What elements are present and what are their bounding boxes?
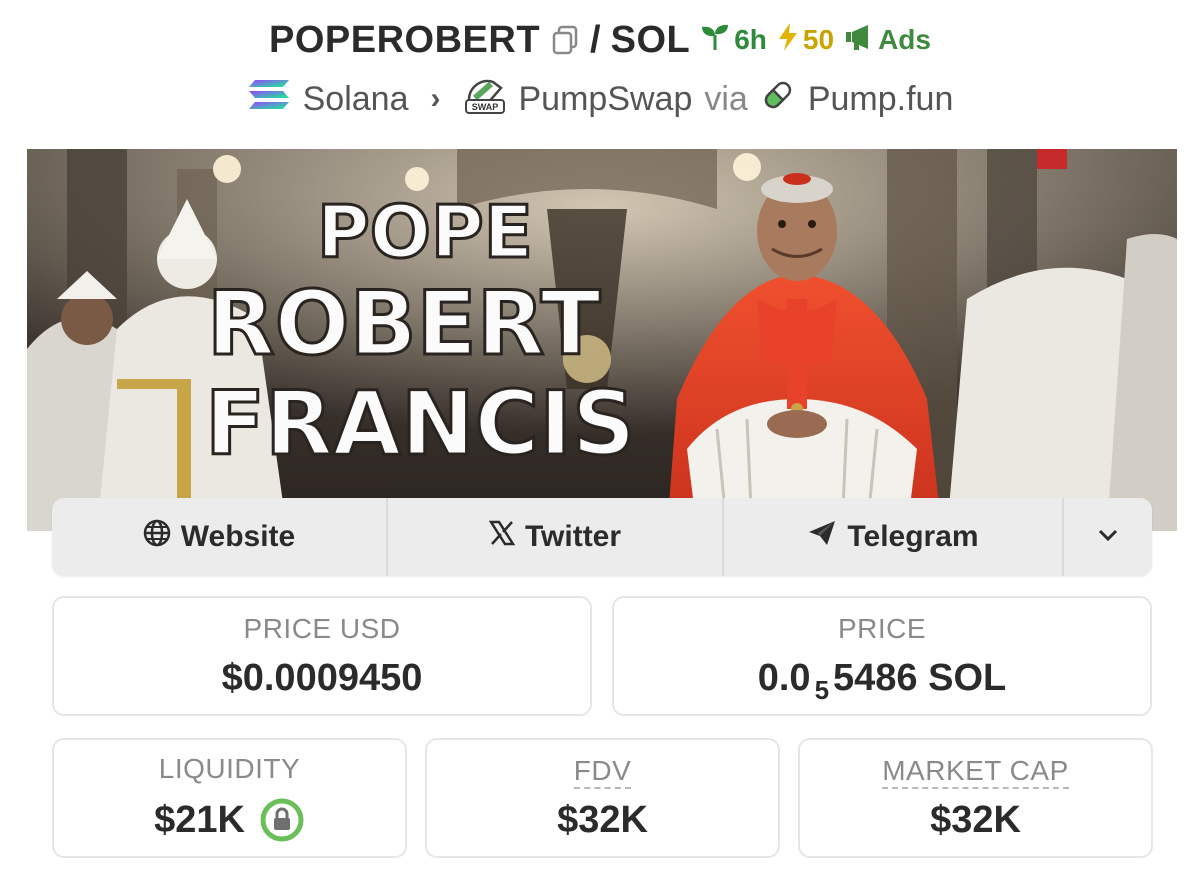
banner-title-line3: FRANCIS <box>205 372 635 475</box>
lock-icon[interactable] <box>259 797 305 843</box>
liquidity-value-row: $21K <box>154 797 305 843</box>
liquidity-card: LIQUIDITY $21K <box>52 738 407 858</box>
banner-title-line2: ROBERT <box>207 272 601 375</box>
website-button[interactable]: Website <box>52 498 388 576</box>
ads-badge[interactable]: Ads <box>844 23 931 58</box>
chain-breadcrumb: Solana › SWAP PumpSwap via Pump.fun <box>0 74 1200 124</box>
price-native-card: PRICE 0.0 5 5486 SOL <box>612 596 1152 716</box>
quote-token-symbol: SOL <box>610 18 691 61</box>
market-cap-value: $32K <box>930 798 1021 841</box>
chain-name-link[interactable]: Solana <box>303 80 409 119</box>
age-text: 6h <box>734 24 767 55</box>
dex-name-link[interactable]: PumpSwap <box>519 80 693 119</box>
copy-icon[interactable] <box>550 25 580 55</box>
price-usd-card: PRICE USD $0.0009450 <box>52 596 592 716</box>
pumpswap-icon: SWAP <box>463 74 507 125</box>
market-cap-card: MARKET CAP $32K <box>798 738 1153 858</box>
boost-badge[interactable]: 50 <box>777 22 834 59</box>
chevron-down-icon <box>1097 528 1119 547</box>
base-token-symbol: POPEROBERT <box>269 18 541 61</box>
price-prefix: 0.0 <box>757 656 811 699</box>
telegram-button[interactable]: Telegram <box>724 498 1064 576</box>
via-label: via <box>704 79 748 118</box>
banner-title-line1: POPE <box>317 190 533 274</box>
x-icon <box>488 520 516 554</box>
website-label: Website <box>180 520 296 553</box>
bolt-icon <box>777 22 799 59</box>
fdv-card: FDV $32K <box>425 738 780 858</box>
globe-icon <box>143 519 171 555</box>
price-native-label: PRICE <box>837 612 927 644</box>
pumpswap-icon-text: SWAP <box>471 102 498 112</box>
price-zero-count: 5 <box>814 674 830 705</box>
twitter-label: Twitter <box>524 520 622 553</box>
megaphone-icon <box>844 23 874 58</box>
liquidity-value: $21K <box>154 798 245 841</box>
more-links-button[interactable] <box>1064 498 1152 576</box>
price-native-value: 0.0 5 5486 SOL <box>757 656 1007 705</box>
pair-header: POPEROBERT / SOL 6h 50 Ads <box>0 14 1200 66</box>
send-icon <box>807 519 837 555</box>
liquidity-label: LIQUIDITY <box>158 753 301 784</box>
age-badge: 6h <box>700 23 767 58</box>
chevron-right-icon: › <box>430 82 441 115</box>
token-banner-image: POPE ROBERT FRANCIS <box>27 149 1177 531</box>
ads-label: Ads <box>878 24 931 55</box>
social-links-bar: Website Twitter Telegram <box>52 498 1152 576</box>
solana-icon <box>247 78 291 121</box>
pill-icon <box>760 77 796 122</box>
price-suffix: 5486 SOL <box>833 656 1007 699</box>
fdv-label[interactable]: FDV <box>573 754 632 789</box>
price-usd-label: PRICE USD <box>243 612 401 644</box>
telegram-label: Telegram <box>847 520 979 553</box>
market-cap-label[interactable]: MARKET CAP <box>882 754 1069 789</box>
fdv-value: $32K <box>557 798 648 841</box>
boost-count: 50 <box>802 24 835 55</box>
pair-separator: / <box>590 18 601 61</box>
seedling-icon <box>700 23 730 58</box>
price-usd-value: $0.0009450 <box>221 656 423 699</box>
launchpad-name-link[interactable]: Pump.fun <box>808 80 954 119</box>
twitter-button[interactable]: Twitter <box>388 498 724 576</box>
